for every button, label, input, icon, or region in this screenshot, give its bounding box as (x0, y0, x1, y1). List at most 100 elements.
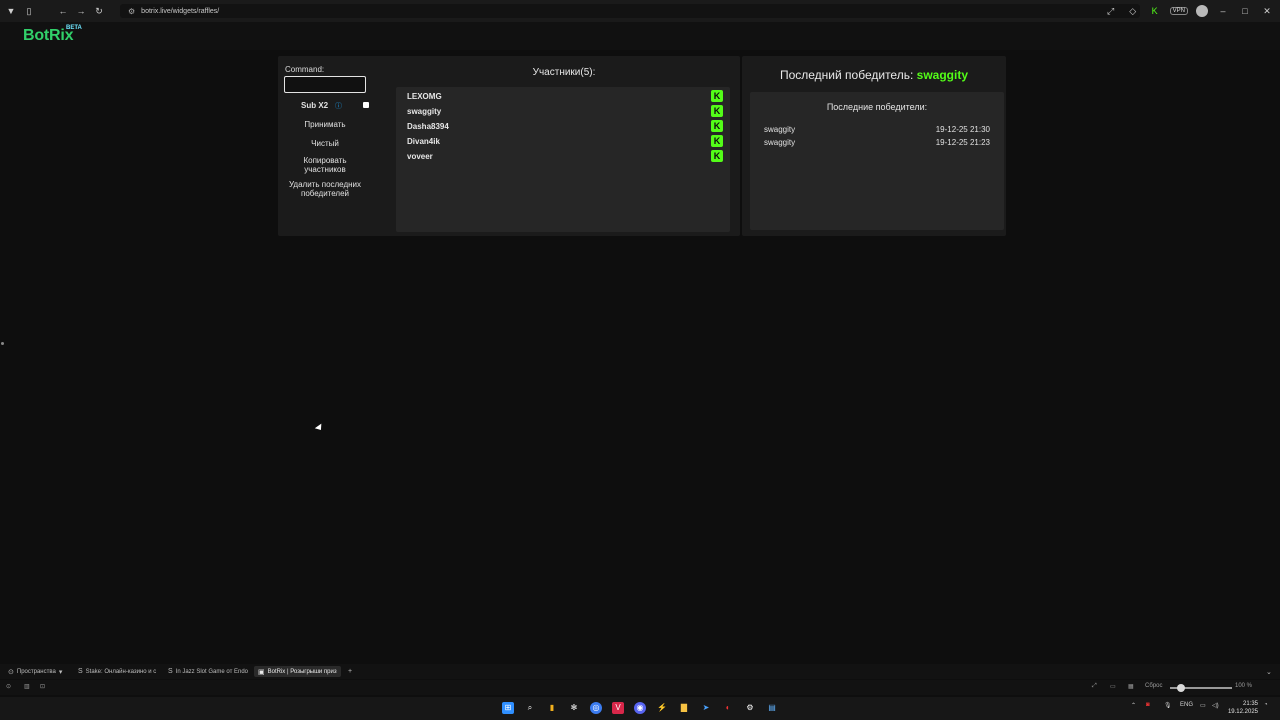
system-clock[interactable]: 21:35 19.12.2025 (1228, 700, 1258, 716)
tab-jazz-slot[interactable]: S In Jazz Slot Game от Endo (164, 666, 252, 677)
page-actions-icon[interactable]: ▦ (1128, 683, 1134, 690)
tab-label: In Jazz Slot Game от Endo (175, 668, 248, 675)
sidebar-toggle-icon[interactable]: ▯ (22, 4, 36, 18)
winner-name: swaggity (764, 138, 796, 147)
tray-app-icon[interactable]: ◙ (1146, 702, 1150, 708)
vivaldi-icon[interactable]: V (612, 702, 624, 714)
tab-label: Stake: Онлайн-казино и с (85, 668, 157, 675)
clock-time: 21:35 (1242, 701, 1258, 707)
app-icon[interactable]: ◐ (722, 702, 734, 714)
zoom-level: 100 % (1235, 683, 1253, 689)
notepad-icon[interactable]: ▤ (766, 702, 778, 714)
mouse-cursor (314, 423, 325, 433)
participant-name: swaggity (407, 107, 442, 116)
app-icon[interactable]: ▮ (546, 702, 558, 714)
sub-multiplier-checkbox[interactable] (363, 102, 369, 108)
tiling-icon[interactable]: ▥ (24, 683, 30, 690)
winner-row: swaggity 19-12-25 21:23 (764, 138, 990, 148)
participant-row: LEXOMG K (407, 90, 723, 104)
last-winner-name: swaggity (916, 68, 969, 82)
participant-row: Divan4ik K (407, 135, 723, 149)
site-info-icon[interactable]: ⚙ (128, 7, 135, 16)
recent-winners-box (750, 92, 1004, 230)
folder-icon[interactable]: ▇ (678, 702, 690, 714)
tab-stake[interactable]: S Stake: Онлайн-казино и с (74, 666, 160, 677)
maximize-icon[interactable]: □ (1238, 4, 1252, 18)
panel-toggle-icon[interactable]: ⊙ (6, 683, 11, 690)
winner-name: swaggity (764, 125, 796, 134)
network-icon[interactable]: ▭ (1200, 702, 1206, 709)
participants-title: Участники(5): (532, 67, 596, 78)
chevron-down-icon: ▾ (58, 668, 63, 676)
telegram-icon[interactable]: ➤ (700, 702, 712, 714)
tab-spaces[interactable]: ⊙ Пространства ▾ (4, 666, 66, 677)
kick-icon: K (711, 135, 723, 147)
search-icon[interactable]: ⌕ (524, 702, 536, 714)
kick-extension-icon[interactable]: K (1148, 4, 1162, 18)
plus-icon: + (348, 668, 353, 675)
address-bar[interactable]: ⚙ botrix.live/widgets/raffles/ (120, 4, 1140, 18)
zoom-slider-handle[interactable] (1177, 684, 1185, 692)
command-input[interactable] (284, 76, 366, 93)
browser-status-bar: ⊙ ▥ ⊡ ⤢ ▭ ▦ Сброс 100 % (0, 680, 1280, 695)
tray-chevron-icon[interactable]: ⌃ (1131, 702, 1136, 709)
participant-row: voveer K (407, 150, 723, 164)
command-label: Command: (285, 65, 325, 74)
forward-icon[interactable]: → (74, 4, 88, 18)
window-icon[interactable]: ⊡ (40, 683, 45, 690)
recent-winners-title: Последние победители: (826, 102, 928, 112)
participant-name: Dasha8394 (407, 122, 449, 131)
participant-name: Divan4ik (407, 137, 440, 146)
bookmark-icon[interactable]: ◇ (1126, 4, 1140, 18)
winner-date: 19-12-25 21:23 (935, 138, 990, 147)
windows-start-icon[interactable]: ⊞ (502, 702, 514, 714)
sub-multiplier-label: Sub X2 (301, 101, 329, 110)
settings-icon[interactable]: ⚙ (744, 702, 756, 714)
clock-date: 19.12.2025 (1227, 709, 1258, 715)
tab-menu-button[interactable]: ⌄ (1262, 666, 1276, 677)
zoom-reset-label[interactable]: Сброс (1145, 683, 1162, 689)
discord-icon[interactable]: ◉ (634, 702, 646, 714)
winner-date: 19-12-25 21:30 (935, 125, 990, 134)
view-icon[interactable]: ▭ (1110, 683, 1116, 690)
back-icon[interactable]: ← (56, 4, 70, 18)
minimize-icon[interactable]: – (1216, 4, 1230, 18)
microphone-icon[interactable]: 🎙 (1164, 702, 1172, 709)
participant-name: LEXOMG (407, 92, 442, 101)
reload-icon[interactable]: ↻ (92, 4, 106, 18)
kick-icon: K (711, 105, 723, 117)
participant-row: Dasha8394 K (407, 120, 723, 134)
volume-icon[interactable]: ◁) (1212, 702, 1219, 709)
last-winner-title: Последний победитель: swaggity (742, 68, 1006, 82)
capture-icon[interactable]: ⤢ (1092, 683, 1097, 690)
beta-badge: BETA (66, 25, 82, 31)
sidebar-handle[interactable] (1, 342, 4, 345)
chevron-down-icon: ⌄ (1266, 668, 1272, 676)
language-indicator[interactable]: ENG (1180, 702, 1193, 708)
lightning-icon[interactable]: ⚡ (656, 702, 668, 714)
close-icon[interactable]: ✕ (1260, 4, 1274, 18)
browser-menu-icon[interactable]: ▼ (4, 4, 18, 18)
profile-avatar[interactable] (1196, 5, 1208, 17)
kick-icon: K (711, 90, 723, 102)
copy-participants-button[interactable]: Копировать участников (282, 156, 368, 174)
url-text: botrix.live/widgets/raffles/ (141, 7, 220, 15)
kick-icon: K (711, 150, 723, 162)
clear-button[interactable]: Чистый (282, 139, 368, 148)
chatgpt-icon[interactable]: ✻ (568, 702, 580, 714)
winner-row: swaggity 19-12-25 21:30 (764, 125, 990, 135)
screenshot-icon[interactable]: ⤢ (1104, 4, 1118, 18)
notification-icon[interactable]: ◔ (1264, 702, 1268, 708)
browser-toolbar: ▼ ▯ ← → ↻ ⚙ botrix.live/widgets/raffles/… (0, 0, 1280, 22)
vpn-badge[interactable]: VPN (1169, 7, 1188, 15)
info-icon[interactable]: ⓘ (335, 101, 342, 111)
kick-icon: K (711, 120, 723, 132)
new-tab-button[interactable]: + (344, 666, 356, 677)
tab-label: Пространства (16, 668, 56, 675)
delete-last-winners-button[interactable]: Удалить последних победителей (282, 180, 368, 198)
accept-button[interactable]: Принимать (282, 120, 368, 129)
chrome-icon[interactable]: ◎ (590, 702, 602, 714)
tab-label: BotRix | Розыгрыши приз (267, 668, 337, 675)
tab-botrix[interactable]: ▣ BotRix | Розыгрыши приз (254, 666, 341, 677)
participant-name: voveer (407, 152, 433, 161)
